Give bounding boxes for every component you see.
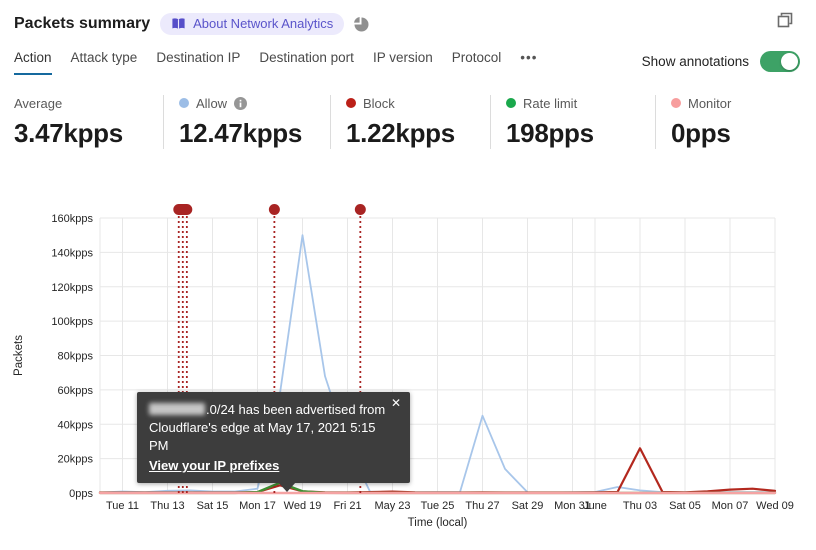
x-tick-label: Sat 29 xyxy=(512,500,544,512)
stat-average-value: 3.47kpps xyxy=(14,118,123,148)
close-icon[interactable]: ✕ xyxy=(391,397,401,409)
pie-chart-icon xyxy=(352,16,369,33)
stat-allow-value: 12.47kpps xyxy=(179,118,303,148)
y-axis-title: Packets xyxy=(13,335,25,376)
tab-action[interactable]: Action xyxy=(14,50,52,75)
y-tick-label: 80kpps xyxy=(58,351,94,363)
popout-icon[interactable] xyxy=(776,11,794,32)
annotation-marker-circle xyxy=(354,204,366,215)
packets-summary-panel: Packets summary About Network Analytics … xyxy=(0,0,816,545)
y-tick-label: 160kpps xyxy=(51,213,93,225)
y-tick-label: 100kpps xyxy=(51,316,93,328)
allow-dot xyxy=(179,98,189,108)
tooltip-line2: Cloudflare's edge at May 17, 2021 5:15 P… xyxy=(149,420,376,453)
stat-rate-limit: Rate limit 198pps xyxy=(490,95,655,149)
page-title: Packets summary xyxy=(14,15,151,32)
x-tick-label: Tue 11 xyxy=(106,500,139,512)
x-tick-label: Mon 17 xyxy=(239,500,276,512)
tab-more-icon[interactable]: ••• xyxy=(520,50,537,73)
badge-label: About Network Analytics xyxy=(193,16,334,31)
x-tick-label: Thu 27 xyxy=(465,500,499,512)
x-tick-label: Wed 09 xyxy=(756,500,794,512)
stat-rate-limit-value: 198pps xyxy=(506,118,594,148)
block-dot xyxy=(346,98,356,108)
rate-limit-dot xyxy=(506,98,516,108)
tooltip-line1: .0/24 has been advertised from xyxy=(149,401,398,419)
view-ip-prefixes-link[interactable]: View your IP prefixes xyxy=(149,457,279,475)
show-annotations-label: Show annotations xyxy=(641,54,749,69)
tabs-row: Action Attack type Destination IP Destin… xyxy=(0,50,816,78)
redacted-ip-prefix xyxy=(149,403,205,415)
annotation-marker-pill xyxy=(173,204,193,215)
stat-block: Block 1.22kpps xyxy=(330,95,490,149)
stat-block-label: Block xyxy=(363,95,395,111)
x-tick-label: Wed 19 xyxy=(284,500,322,512)
stats-row: Average 3.47kpps Allow 12.47kpps Block 1… xyxy=(0,95,816,149)
show-annotations-toggle[interactable] xyxy=(760,51,800,72)
stat-monitor: Monitor 0pps xyxy=(655,95,741,149)
stat-allow: Allow 12.47kpps xyxy=(163,95,330,149)
y-tick-label: 40kpps xyxy=(58,419,94,431)
packets-chart: 0pps 20kpps 40kpps 60kpps 80kpps 100kpps 120kp… xyxy=(0,185,816,545)
toggle-knob xyxy=(781,53,798,70)
book-icon xyxy=(172,17,185,29)
stat-block-value: 1.22kpps xyxy=(346,118,455,148)
annotation-marker-circle xyxy=(268,204,280,215)
tab-destination-port[interactable]: Destination port xyxy=(259,50,354,73)
tab-ip-version[interactable]: IP version xyxy=(373,50,433,73)
stat-average: Average 3.47kpps xyxy=(14,95,163,149)
x-tick-label: Mon 07 xyxy=(712,500,749,512)
x-axis-title: Time (local) xyxy=(408,517,468,529)
y-tick-label: 60kpps xyxy=(58,385,94,397)
stat-rate-limit-label: Rate limit xyxy=(523,95,578,111)
x-tick-label: Tue 25 xyxy=(421,500,455,512)
x-tick-label: Thu 13 xyxy=(150,500,184,512)
x-tick-label: Thu 03 xyxy=(623,500,657,512)
x-tick-label: June xyxy=(583,500,607,512)
about-network-analytics-badge[interactable]: About Network Analytics xyxy=(160,13,345,35)
x-tick-label: Sat 15 xyxy=(197,500,229,512)
stat-monitor-value: 0pps xyxy=(671,118,731,148)
time-series-chart[interactable]: 0pps 20kpps 40kpps 60kpps 80kpps 100kpps 120kp… xyxy=(0,185,816,545)
tab-attack-type[interactable]: Attack type xyxy=(71,50,138,73)
stat-average-label: Average xyxy=(14,95,63,111)
y-tick-label: 20kpps xyxy=(58,454,94,466)
header: Packets summary About Network Analytics xyxy=(0,0,816,35)
y-tick-label: 140kpps xyxy=(51,247,93,259)
info-icon[interactable] xyxy=(234,96,248,110)
stat-monitor-label: Monitor xyxy=(688,95,732,111)
annotations-control: Show annotations xyxy=(642,50,800,72)
tab-destination-ip[interactable]: Destination IP xyxy=(156,50,240,73)
tab-protocol[interactable]: Protocol xyxy=(452,50,502,73)
x-tick-label: May 23 xyxy=(374,500,410,512)
x-tick-label: Sat 05 xyxy=(669,500,701,512)
y-tick-label: 120kpps xyxy=(51,282,93,294)
y-tick-label: 0pps xyxy=(69,488,93,500)
stat-allow-label: Allow xyxy=(196,95,228,111)
tooltip-caret xyxy=(278,482,296,492)
monitor-dot xyxy=(671,98,681,108)
annotation-tooltip: ✕ .0/24 has been advertised from Cloudfl… xyxy=(137,392,410,492)
x-tick-label: Fri 21 xyxy=(333,500,361,512)
